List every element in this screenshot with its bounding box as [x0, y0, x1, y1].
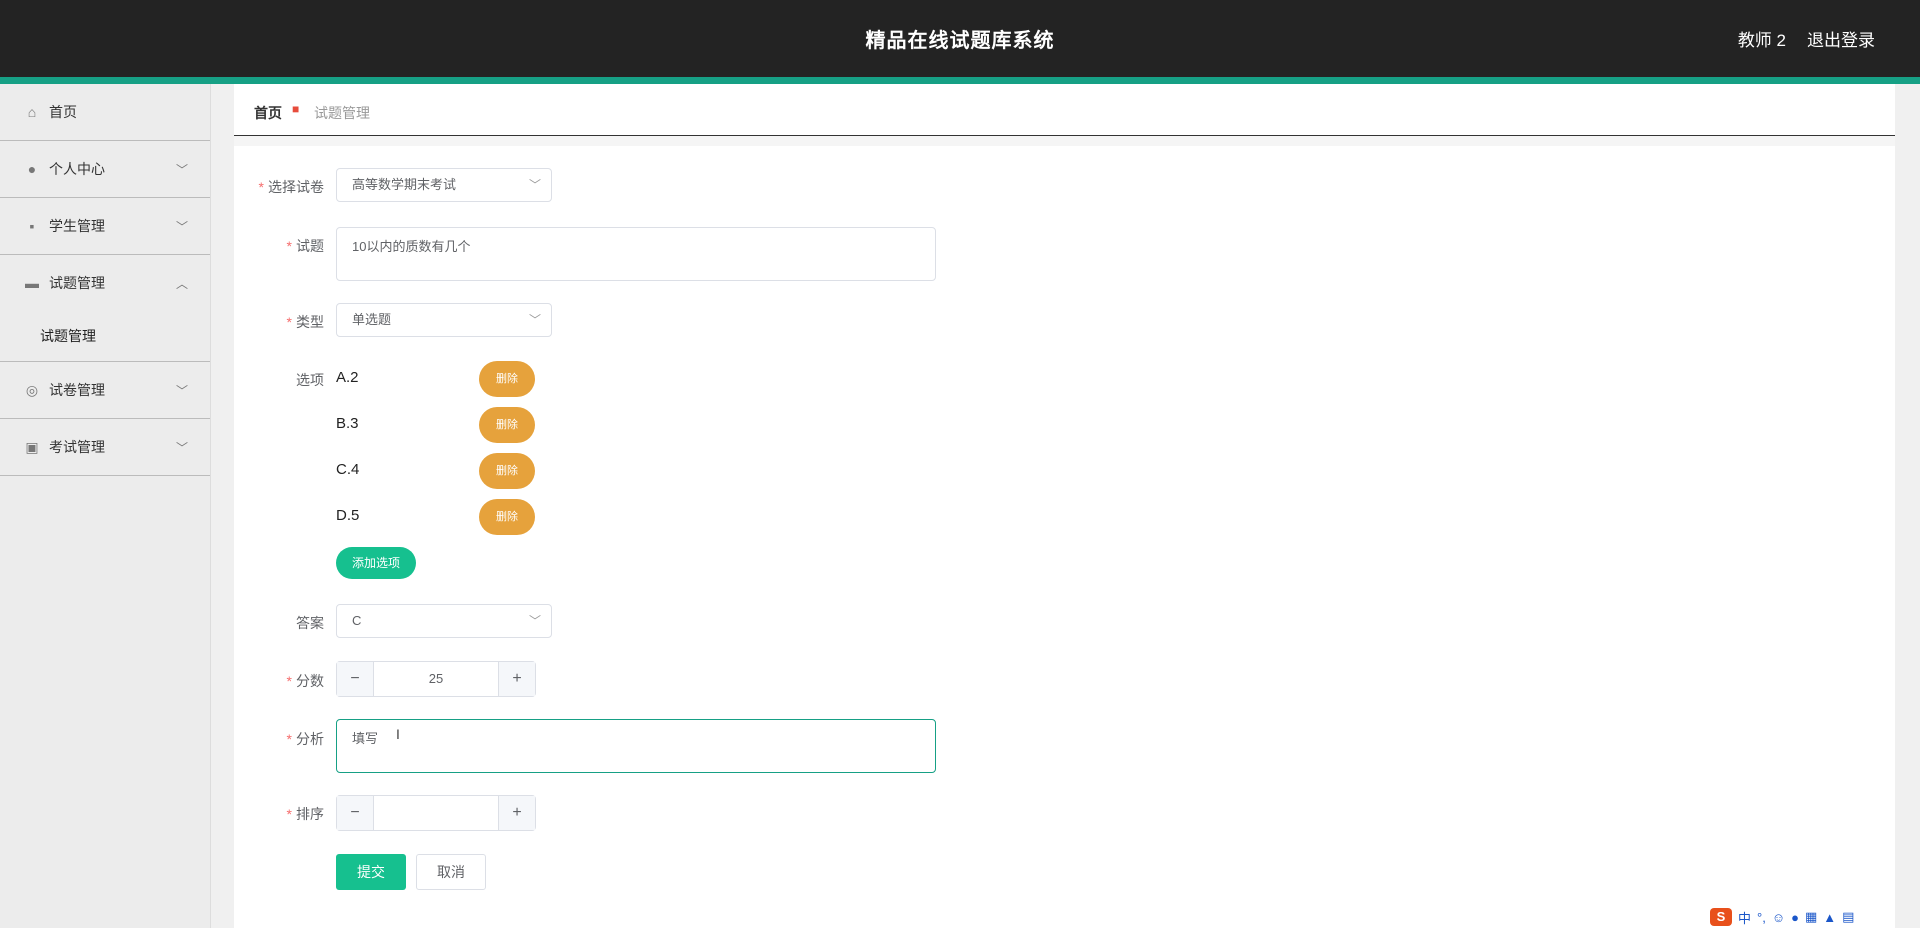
- logout-link[interactable]: 退出登录: [1807, 26, 1875, 51]
- sidebar-item-label: 试题管理: [49, 275, 105, 291]
- chat-icon: ▪: [29, 218, 35, 234]
- score-input[interactable]: 25: [374, 662, 498, 696]
- sidebar-item-label: 学生管理: [49, 218, 105, 234]
- breadcrumb-home[interactable]: 首页: [254, 103, 282, 123]
- chevron-down-icon: ﹀: [175, 441, 188, 455]
- score-label: * 分数: [286, 673, 324, 689]
- answer-select-value: C: [352, 613, 362, 628]
- divider-band: [234, 136, 1895, 146]
- option-text: C.4: [336, 461, 360, 478]
- score-label-text: 分数: [296, 673, 324, 689]
- home-icon: ⌂: [27, 104, 37, 120]
- score-stepper: − 25 +: [336, 661, 536, 697]
- sidebar-item-label: 首页: [49, 104, 77, 120]
- sogou-logo-icon: S: [1710, 908, 1732, 926]
- paper-label-text: 选择试卷: [268, 179, 324, 195]
- breadcrumb-current: 试题管理: [314, 105, 370, 121]
- sidebar: ⌂ 首页 ● 个人中心 ﹀ ▪ 学生管理 ﹀ ▬ 试题管理 ︿ 试题管理 ◎ 试…: [0, 84, 211, 928]
- analysis-label: * 分析: [286, 731, 324, 747]
- answer-select[interactable]: C ﹀: [336, 604, 552, 638]
- emoji-icon: ☺: [1771, 909, 1786, 925]
- increment-button[interactable]: +: [498, 796, 535, 830]
- target-icon: ◎: [25, 382, 39, 398]
- sidebar-subitem-question-management[interactable]: 试题管理: [0, 311, 210, 362]
- breadcrumb: 首页 ■ 试题管理: [234, 84, 1895, 136]
- paper-select-value: 高等数学期末考试: [352, 177, 457, 192]
- sidebar-item-label: 考试管理: [49, 439, 105, 455]
- paper-select[interactable]: 高等数学期末考试 ﹀: [336, 168, 552, 202]
- sidebar-item-label: 个人中心: [49, 161, 105, 177]
- delete-option-button[interactable]: 删除: [479, 453, 535, 489]
- clipboard-icon: ▣: [25, 439, 39, 455]
- delete-option-button[interactable]: 删除: [479, 499, 535, 535]
- cancel-button[interactable]: 取消: [416, 854, 486, 890]
- ime-mode[interactable]: 中: [1738, 908, 1751, 927]
- paper-label: * 选择试卷: [258, 179, 324, 195]
- chevron-up-icon: ︿: [175, 277, 188, 291]
- type-select-value: 单选题: [352, 312, 392, 327]
- type-label: * 类型: [286, 314, 324, 330]
- decrement-button[interactable]: −: [337, 796, 374, 830]
- order-stepper: − +: [336, 795, 536, 831]
- option-text: B.3: [336, 415, 359, 432]
- option-text: D.5: [336, 507, 360, 524]
- answer-label: 答案: [296, 615, 324, 631]
- skin-icon: ▲: [1823, 909, 1837, 925]
- grid-icon: ▤: [1842, 909, 1855, 924]
- question-label: * 试题: [286, 238, 324, 254]
- delete-option-button[interactable]: 删除: [479, 361, 535, 397]
- options-label: 选项: [296, 372, 324, 388]
- sidebar-item-label: 试卷管理: [49, 382, 105, 398]
- sidebar-item-exam-management[interactable]: ▣ 考试管理 ﹀: [0, 419, 210, 476]
- sidebar-item-student-management[interactable]: ▪ 学生管理 ﹀: [0, 198, 210, 255]
- chevron-down-icon: ﹀: [175, 220, 188, 234]
- app-title: 精品在线试题库系统: [865, 30, 1055, 52]
- briefcase-icon: ▬: [25, 275, 39, 291]
- option-text: A.2: [336, 369, 359, 386]
- ime-toolbar[interactable]: S 中 °, ☺ ● ▦ ▲ ▤: [1710, 906, 1854, 928]
- microphone-icon: ●: [1791, 909, 1799, 925]
- delete-option-button[interactable]: 删除: [479, 407, 535, 443]
- question-label-text: 试题: [296, 238, 324, 254]
- gift-icon: ■: [292, 102, 300, 116]
- chevron-down-icon: ﹀: [175, 384, 188, 398]
- top-bar: 精品在线试题库系统 教师 2 退出登录: [0, 0, 1920, 84]
- sidebar-item-paper-management[interactable]: ◎ 试卷管理 ﹀: [0, 362, 210, 419]
- order-input[interactable]: [374, 796, 498, 830]
- user-icon: ●: [27, 161, 37, 177]
- type-label-text: 类型: [296, 314, 324, 330]
- current-user: 教师 2: [1737, 31, 1786, 50]
- decrement-button[interactable]: −: [337, 662, 374, 696]
- order-label: * 排序: [286, 806, 324, 822]
- increment-button[interactable]: +: [498, 662, 535, 696]
- chevron-down-icon: ﹀: [528, 313, 541, 327]
- chevron-down-icon: ﹀: [528, 178, 541, 192]
- type-select[interactable]: 单选题 ﹀: [336, 303, 552, 337]
- sidebar-item-question-management[interactable]: ▬ 试题管理 ︿: [0, 255, 210, 311]
- sidebar-item-personal-center[interactable]: ● 个人中心 ﹀: [0, 141, 210, 198]
- main-content: 首页 ■ 试题管理 * 选择试卷 高等数学期末考试 ﹀ * 试题 10以内的质数有几…: [234, 84, 1895, 928]
- add-option-button[interactable]: 添加选项: [336, 547, 416, 579]
- punctuation-icon: °,: [1757, 909, 1766, 925]
- sidebar-item-home[interactable]: ⌂ 首页: [0, 84, 210, 141]
- submit-button[interactable]: 提交: [336, 854, 406, 890]
- analysis-textarea[interactable]: 填写: [336, 719, 936, 773]
- text-cursor-icon: I: [396, 726, 400, 742]
- question-textarea[interactable]: 10以内的质数有几个: [336, 227, 936, 281]
- analysis-label-text: 分析: [296, 731, 324, 747]
- keyboard-icon: ▦: [1804, 909, 1818, 924]
- chevron-down-icon: ﹀: [528, 614, 541, 628]
- chevron-down-icon: ﹀: [175, 163, 188, 177]
- order-label-text: 排序: [296, 806, 324, 822]
